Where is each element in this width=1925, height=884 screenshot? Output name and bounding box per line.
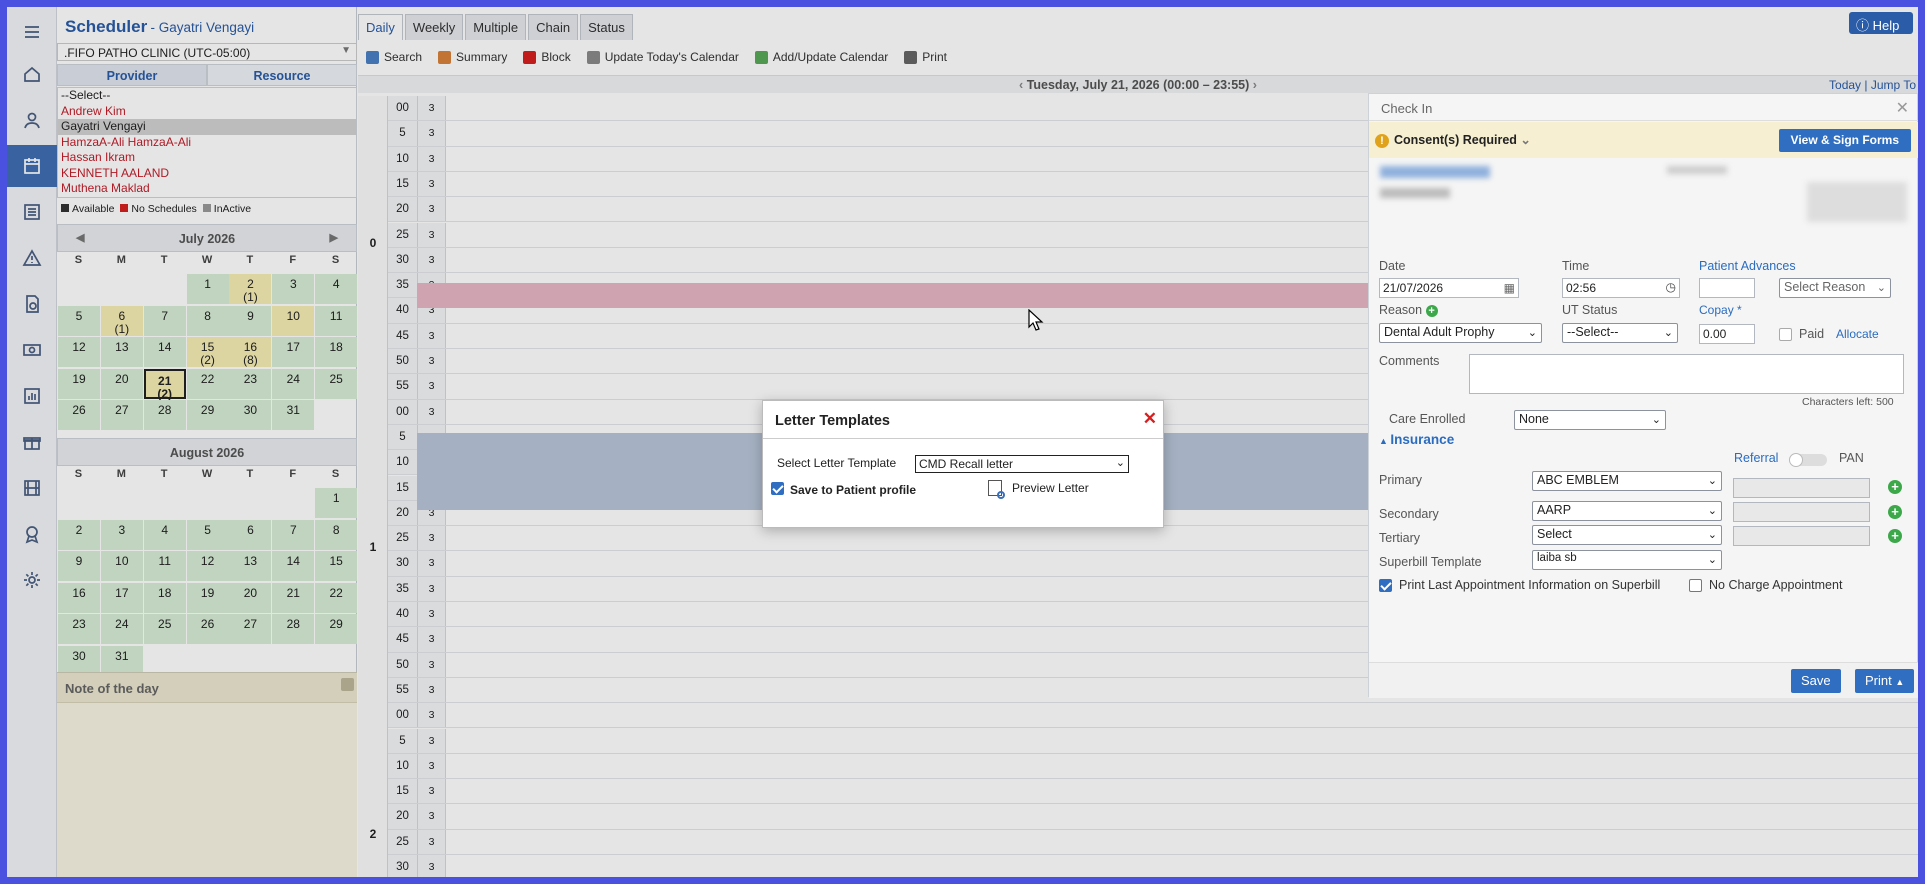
add-reason-icon[interactable]: + <box>1425 305 1438 317</box>
clock-icon[interactable]: ◷ <box>1666 280 1676 294</box>
time-field[interactable]: 02:56 ◷ <box>1562 278 1680 298</box>
print-label: Print <box>1865 673 1892 688</box>
consent-banner: ! Consent(s) Required ⌄ View & Sign Forms <box>1369 122 1918 158</box>
select-reason-value: Select Reason <box>1784 280 1866 294</box>
check-in-footer: Save Print ▲ <box>1369 662 1918 698</box>
copay-field[interactable]: 0.00 <box>1699 324 1755 344</box>
reason-value: Dental Adult Prophy <box>1384 325 1495 339</box>
template-value: CMD Recall letter <box>919 457 1014 471</box>
warning-icon: ! <box>1375 134 1389 148</box>
save-to-profile-checkbox[interactable] <box>771 482 784 495</box>
primary-id-field[interactable] <box>1733 478 1870 498</box>
referral-pan-toggle[interactable] <box>1789 453 1827 467</box>
chevron-down-icon: ⌄ <box>1520 133 1531 147</box>
date-label: Date <box>1379 259 1406 273</box>
referral-label: Referral <box>1734 451 1779 465</box>
paid-label: Paid <box>1799 327 1825 341</box>
insurance-section-toggle[interactable]: ▲ Insurance <box>1379 432 1454 447</box>
copay-label: Copay * <box>1699 303 1742 317</box>
help-label: Help <box>1872 18 1900 33</box>
tertiary-value: Select <box>1537 527 1572 541</box>
print-last-appointment-checkbox[interactable] <box>1379 579 1392 592</box>
preview-letter-link[interactable]: Preview Letter <box>988 480 1089 499</box>
patient-advances-label: Patient Advances <box>1699 259 1796 273</box>
select-reason-dropdown[interactable]: Select Reason ⌄ <box>1779 278 1891 298</box>
care-enrolled-label: Care Enrolled <box>1389 412 1466 426</box>
comments-label: Comments <box>1379 354 1440 368</box>
secondary-insurance-dropdown[interactable]: AARP ⌄ <box>1532 501 1722 521</box>
select-template-label: Select Letter Template <box>777 456 897 470</box>
ut-status-value: --Select-- <box>1567 325 1619 339</box>
add-secondary-icon[interactable]: + <box>1888 505 1902 519</box>
check-in-title: Check In <box>1369 94 1918 121</box>
tertiary-id-field[interactable] <box>1733 526 1870 546</box>
close-icon[interactable]: ✕ <box>1143 409 1157 429</box>
patient-advances-field[interactable] <box>1699 278 1755 298</box>
caret-icon: ▲ <box>1379 436 1391 446</box>
print-last-appointment-label: Print Last Appointment Information on Su… <box>1399 578 1661 592</box>
ut-status-dropdown[interactable]: --Select-- ⌄ <box>1562 323 1678 343</box>
time-value: 02:56 <box>1566 281 1597 295</box>
print-button[interactable]: Print ▲ <box>1855 669 1915 693</box>
pan-label: PAN <box>1839 451 1864 465</box>
letter-templates-dialog: Letter Templates ✕ Select Letter Templat… <box>762 400 1164 528</box>
add-primary-icon[interactable]: + <box>1888 480 1902 494</box>
check-in-panel: Check In ✕ ! Consent(s) Required ⌄ View &… <box>1368 93 1918 698</box>
help-button[interactable]: ⓘ Help <box>1849 12 1913 34</box>
save-to-profile-label: Save to Patient profile <box>790 483 917 497</box>
letter-template-dropdown[interactable]: CMD Recall letter ⌄ <box>915 455 1129 473</box>
mouse-pointer-icon <box>1028 309 1044 331</box>
paid-checkbox[interactable] <box>1779 328 1792 341</box>
consent-label[interactable]: Consent(s) Required <box>1394 133 1517 147</box>
reason-label: Reason + <box>1379 303 1438 317</box>
view-sign-forms-button[interactable]: View & Sign Forms <box>1778 129 1911 152</box>
calendar-icon[interactable]: ▦ <box>1504 281 1515 295</box>
dialog-title: Letter Templates <box>763 401 1163 439</box>
patient-summary-redacted <box>1377 160 1912 234</box>
superbill-value: laiba sb <box>1537 552 1577 564</box>
allocate-link[interactable]: Allocate <box>1836 327 1879 341</box>
reason-dropdown[interactable]: Dental Adult Prophy ⌄ <box>1379 323 1542 343</box>
care-enrolled-dropdown[interactable]: None ⌄ <box>1514 410 1666 430</box>
date-field[interactable]: 21/07/2026 ▦ <box>1379 278 1519 298</box>
add-tertiary-icon[interactable]: + <box>1888 529 1902 543</box>
superbill-template-label: Superbill Template <box>1379 555 1482 569</box>
close-icon[interactable]: ✕ <box>1896 98 1909 118</box>
tertiary-insurance-dropdown[interactable]: Select ⌄ <box>1532 525 1722 545</box>
secondary-id-field[interactable] <box>1733 502 1870 522</box>
comments-textarea[interactable] <box>1469 354 1904 394</box>
preview-icon <box>988 480 1005 499</box>
characters-left: Characters left: 500 <box>1802 396 1894 408</box>
tertiary-label: Tertiary <box>1379 531 1420 545</box>
secondary-label: Secondary <box>1379 507 1439 521</box>
date-value: 21/07/2026 <box>1383 281 1444 295</box>
superbill-template-dropdown[interactable]: laiba sb ⌄ <box>1532 550 1722 570</box>
info-icon: ⓘ <box>1856 18 1873 33</box>
app-window: Scheduler - Gayatri Vengayi .FIFO PATHO … <box>7 7 1918 877</box>
no-charge-label: No Charge Appointment <box>1709 578 1843 592</box>
save-button[interactable]: Save <box>1791 669 1841 693</box>
primary-insurance-dropdown[interactable]: ABC EMBLEM ⌄ <box>1532 471 1722 491</box>
time-label: Time <box>1562 259 1590 273</box>
primary-value: ABC EMBLEM <box>1537 473 1619 487</box>
ut-status-label: UT Status <box>1562 303 1618 317</box>
secondary-value: AARP <box>1537 503 1572 517</box>
preview-letter-label: Preview Letter <box>1012 481 1089 495</box>
care-enrolled-value: None <box>1519 412 1549 426</box>
no-charge-checkbox[interactable] <box>1689 579 1702 592</box>
primary-label: Primary <box>1379 473 1423 487</box>
caret-up-icon: ▲ <box>1895 677 1905 687</box>
